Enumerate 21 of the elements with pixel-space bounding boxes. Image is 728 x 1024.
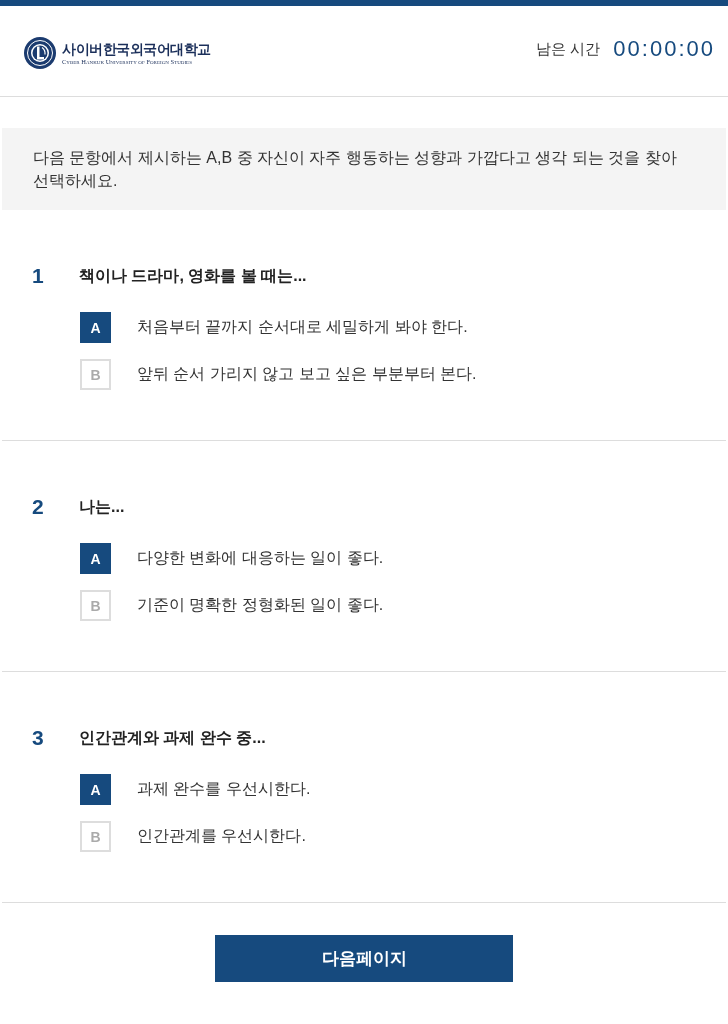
option-text: 처음부터 끝까지 순서대로 세밀하게 봐야 한다. [137,317,468,337]
option-text: 과제 완수를 우선시한다. [137,779,311,799]
instruction-text: 다음 문항에서 제시하는 A,B 중 자신이 자주 행동하는 성향과 가깝다고 생각 되는 것을 찾아 선택하세요. [33,148,678,191]
question-number: 1 [31,264,45,288]
option-text: 기준이 명확한 정형화된 일이 좋다. [137,595,384,615]
question-text: 나는... [79,496,125,517]
choice-button[interactable]: A [80,774,111,805]
option-text: 앞뒤 순서 가리지 않고 보고 싶은 부분부터 본다. [137,364,477,384]
logo-icon [24,37,56,69]
question-number: 3 [31,726,45,750]
option-text: 인간관계를 우선시한다. [137,826,306,846]
timer-value: 00:00:00 [613,36,715,62]
question-number: 2 [31,495,45,519]
logo-title: 사이버한국외국어대학교 [62,40,211,57]
choice-button[interactable]: A [80,543,111,574]
next-page-button[interactable]: 다음페이지 [215,935,513,982]
question-text: 책이나 드라마, 영화를 볼 때는... [79,265,307,286]
option-text: 다양한 변화에 대응하는 일이 좋다. [137,548,384,568]
choice-button[interactable]: A [80,312,111,343]
timer-label: 남은 시간 [536,39,601,59]
question-text: 인간관계와 과제 완수 중... [79,727,266,748]
